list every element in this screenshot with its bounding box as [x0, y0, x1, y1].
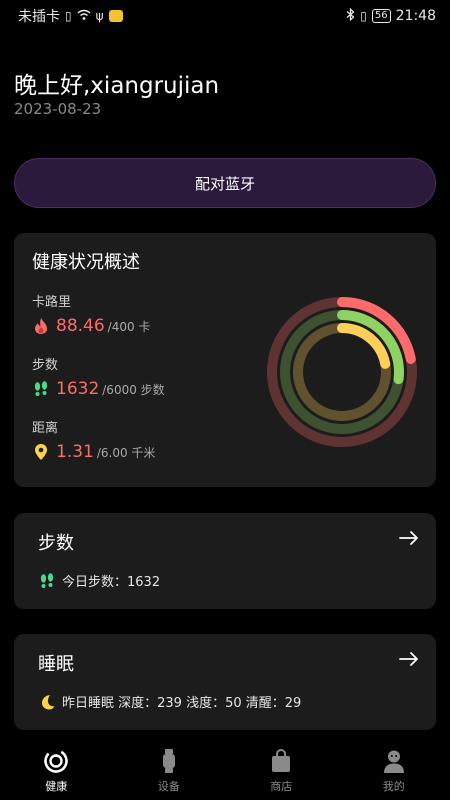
activity-rings — [267, 297, 417, 447]
clock-text: 21:48 — [395, 8, 436, 24]
shopping-bag-icon — [272, 748, 291, 772]
vibrate-icon: ▯ — [360, 9, 367, 23]
health-overview-card[interactable]: 健康状况概述 卡路里 88.46 /400 卡 步数 1632 /6000 步数… — [14, 233, 436, 487]
calories-value: 88.46 — [56, 316, 105, 336]
health-ring-icon — [44, 749, 69, 773]
wifi-icon — [77, 9, 91, 24]
nav-label-device: 设备 — [157, 780, 180, 793]
steps-metric: 步数 1632 /6000 步数 — [32, 354, 165, 399]
sleep-card[interactable]: 睡眠 昨日睡眠 深度：239 浅度：50 清醒：29 — [14, 634, 436, 730]
nav-item-store[interactable]: 商店 — [225, 740, 338, 800]
sleep-arrow-right-icon[interactable] — [398, 648, 420, 670]
nav-label-store: 商店 — [270, 780, 293, 793]
status-right: ▯ 56 21:48 — [346, 7, 436, 24]
status-left: 未插卡 ▯ ψ — [18, 6, 123, 26]
nav-label-health: 健康 — [45, 780, 68, 793]
nav-item-device[interactable]: 设备 — [113, 740, 226, 800]
watch-icon — [162, 749, 175, 773]
sim-icon: ▯ — [65, 9, 72, 23]
steps-value: 1632 — [56, 379, 100, 399]
distance-value: 1.31 — [56, 442, 94, 462]
sleep-card-title: 睡眠 — [38, 654, 74, 675]
bottom-navigation: 健康 设备 商店 我的 — [0, 740, 450, 800]
health-overview-title: 健康状况概述 — [32, 252, 140, 273]
distance-metric: 距离 1.31 /6.00 千米 — [32, 417, 155, 462]
calories-label: 卡路里 — [32, 295, 72, 310]
steps-card-title: 步数 — [38, 533, 74, 554]
steps-label: 步数 — [32, 358, 59, 373]
greeting-title: 晚上好,xiangrujian — [14, 73, 220, 99]
calories-metric: 卡路里 88.46 /400 卡 — [32, 291, 150, 336]
status-bar: 未插卡 ▯ ψ ▯ 56 21:48 — [0, 0, 450, 32]
distance-goal: /6.00 千米 — [96, 446, 156, 460]
moon-icon — [42, 694, 55, 709]
pair-bluetooth-button[interactable]: 配对蓝牙 — [14, 158, 436, 208]
profile-icon — [383, 750, 404, 773]
nav-label-profile: 我的 — [382, 780, 405, 793]
usb-icon: ψ — [95, 9, 104, 23]
nav-item-health[interactable]: 健康 — [0, 740, 113, 800]
steps-today-line: 今日步数：1632 — [38, 571, 160, 590]
steps-arrow-right-icon[interactable] — [398, 527, 420, 549]
sleep-summary-text: 昨日睡眠 深度：239 浅度：50 清醒：29 — [62, 696, 302, 711]
bluetooth-icon — [346, 7, 355, 24]
sleep-yesterday-line: 昨日睡眠 深度：239 浅度：50 清醒：29 — [38, 692, 301, 711]
carrier-text: 未插卡 — [18, 9, 60, 25]
battery-indicator: 56 — [371, 9, 391, 23]
steps-goal: /6000 步数 — [102, 383, 165, 397]
flame-icon — [35, 318, 47, 334]
distance-label: 距离 — [32, 421, 59, 436]
calories-goal: /400 卡 — [107, 320, 151, 334]
location-pin-icon — [35, 444, 47, 460]
date-text: 2023-08-23 — [14, 100, 102, 118]
footprints-icon — [34, 381, 48, 396]
steps-card[interactable]: 步数 今日步数：1632 — [14, 513, 436, 609]
nav-item-profile[interactable]: 我的 — [338, 740, 450, 800]
footprints-icon — [40, 572, 54, 588]
message-notification-icon — [108, 10, 123, 22]
steps-today-text: 今日步数：1632 — [62, 575, 161, 590]
